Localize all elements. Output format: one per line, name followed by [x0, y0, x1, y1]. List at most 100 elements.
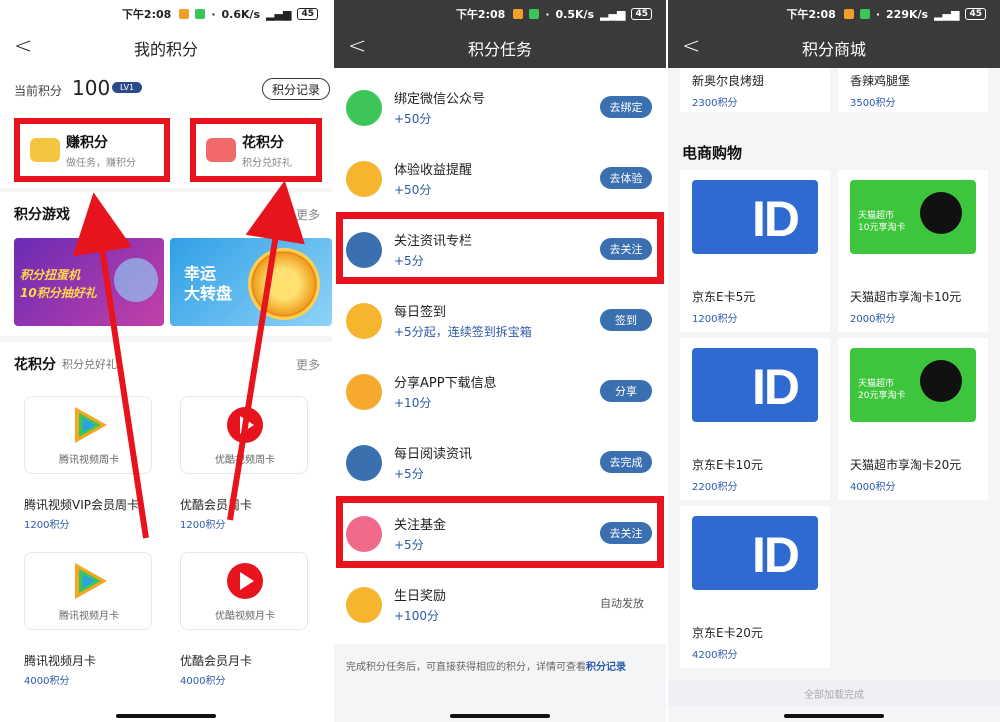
app-notification-icon [179, 9, 190, 19]
mall-item[interactable]: 香辣鸡腿堡 3500积分 [838, 68, 988, 112]
current-points-label: 当前积分 [14, 84, 63, 98]
signal-icon: ▂▄▆ [266, 7, 292, 21]
mall-item[interactable]: ID 京东E卡10元 2200积分 [680, 338, 830, 500]
checkin-button[interactable]: 签到 [600, 309, 652, 331]
status-bar: 下午2:08 · 0.5K/s ▂▄▆ 45 [334, 0, 666, 28]
back-arrow-icon[interactable]: < [682, 36, 700, 58]
spend-points-section: 花积分 积分兑好礼 更多 腾讯视频周卡 腾讯视频VIP会员周卡 1200积分 优… [0, 342, 332, 722]
status-time: 下午2:08 [121, 8, 172, 21]
jd-card-text: ID [752, 191, 800, 247]
product-card[interactable]: 优酷视频月卡 优酷会员月卡 4000积分 [170, 542, 326, 692]
mall-item[interactable]: 新奥尔良烤翅 2300积分 [680, 68, 830, 112]
item-name: 新奥尔良烤翅 [692, 74, 765, 88]
points-summary: 当前积分 100 LV1 积分记录 赚积分 做任务，赚积分 花积分 积分兑好礼 [0, 68, 332, 188]
earn-subtitle: 做任务，赚积分 [66, 158, 136, 169]
app-notification-icon [843, 9, 854, 19]
share-button[interactable]: 分享 [600, 380, 652, 402]
book-icon [346, 445, 382, 481]
bell-icon [346, 161, 382, 197]
complete-reading-button[interactable]: 去完成 [600, 451, 652, 473]
jd-card-image: ID [692, 516, 818, 590]
tencent-video-logo: 腾讯视频周卡 [24, 396, 152, 474]
product-price: 1200积分 [180, 520, 226, 531]
bind-wechat-button[interactable]: 去绑定 [600, 96, 652, 118]
spend-section-subtitle: 积分兑好礼 [62, 358, 117, 371]
product-card[interactable]: 优酷视频周卡 优酷会员周卡 1200积分 [170, 386, 326, 536]
tmall-cat-icon [920, 192, 962, 234]
status-bar: 下午2:08 · 229K/s ▂▄▆ 45 [668, 0, 1000, 28]
product-card[interactable]: 腾讯视频月卡 腾讯视频月卡 4000积分 [14, 542, 170, 692]
item-name: 香辣鸡腿堡 [850, 74, 911, 88]
logo-caption: 腾讯视频周卡 [59, 455, 119, 466]
task-footnote: 完成积分任务后，可直接获得相应的积分，详情可查看积分记录 [346, 658, 626, 673]
task-points: +10分 [394, 396, 432, 410]
task-item: 每日阅读资讯 +5分 去完成 [334, 427, 666, 497]
tmall-card-image: 天猫超市 10元享淘卡 [850, 180, 976, 254]
points-record-button[interactable]: 积分记录 [262, 78, 330, 100]
points-record-link[interactable]: 积分记录 [586, 662, 626, 673]
tmall-card-label: 天猫超市 10元享淘卡 [858, 210, 905, 234]
signal-icon: ▂▄▆ [600, 7, 626, 21]
home-indicator [784, 714, 884, 718]
item-price: 2000积分 [850, 314, 896, 325]
product-card[interactable]: 腾讯视频周卡 腾讯视频VIP会员周卡 1200积分 [14, 386, 170, 536]
spend-more-link[interactable]: 更多 [296, 356, 320, 373]
task-title: 每日签到 [394, 305, 447, 320]
current-points-value: 100 [72, 76, 111, 100]
tmall-cat-icon [920, 360, 962, 402]
lucky-wheel-banner[interactable]: 幸运 大转盘 [170, 238, 332, 326]
task-title: 生日奖励 [394, 589, 447, 604]
wechat-icon [346, 90, 382, 126]
tmall-card-subtitle: 10元享淘卡 [858, 223, 906, 233]
item-price: 2300积分 [692, 98, 738, 109]
task-points: +50分 [394, 112, 432, 126]
product-name: 优酷会员周卡 [180, 498, 253, 512]
calendar-icon [346, 303, 382, 339]
tencent-video-logo: 腾讯视频月卡 [24, 552, 152, 630]
youku-logo: 优酷视频月卡 [180, 552, 308, 630]
spend-points-entry[interactable]: 花积分 积分兑好礼 [190, 118, 322, 182]
network-speed: 0.6K/s [221, 7, 261, 21]
back-arrow-icon[interactable]: < [14, 36, 32, 58]
mall-item[interactable]: 天猫超市 20元享淘卡 天猫超市享淘卡20元 4000积分 [838, 338, 988, 500]
spend-section-title-text: 花积分 [14, 357, 56, 373]
item-price: 1200积分 [692, 314, 738, 325]
footnote-text: 完成积分任务后，可直接获得相应的积分，详情可查看 [346, 662, 586, 673]
item-price: 4200积分 [692, 650, 738, 661]
wechat-notification-icon [195, 9, 206, 19]
mall-item[interactable]: ID 京东E卡5元 1200积分 [680, 170, 830, 332]
task-points: +5分起，连续签到拆宝箱 [394, 325, 532, 339]
tmall-card-label: 天猫超市 20元享淘卡 [858, 378, 905, 402]
task-item: 分享APP下载信息 +10分 分享 [334, 356, 666, 426]
games-more-link[interactable]: 更多 [296, 206, 320, 223]
task-item: 绑定微信公众号 +50分 去绑定 [334, 72, 666, 142]
gacha-line2: 10积分抽好礼 [20, 286, 97, 300]
product-name: 优酷会员月卡 [180, 654, 253, 668]
try-reminder-button[interactable]: 去体验 [600, 167, 652, 189]
item-name: 天猫超市享淘卡20元 [850, 458, 962, 472]
points-games-section: 积分游戏 更多 积分扭蛋机 10积分抽好礼 幸运 大转盘 [0, 192, 332, 336]
item-price: 2200积分 [692, 482, 738, 493]
task-title: 分享APP下载信息 [394, 376, 497, 391]
logo-caption: 腾讯视频月卡 [59, 611, 119, 622]
earn-points-entry[interactable]: 赚积分 做任务，赚积分 [14, 118, 170, 182]
lucky-wheel-text: 幸运 大转盘 [184, 264, 232, 304]
task-points: +50分 [394, 183, 432, 197]
tmall-card-title: 天猫超市 [858, 379, 895, 389]
app-notification-icon [513, 9, 524, 19]
mall-item[interactable]: ID 京东E卡20元 4200积分 [680, 506, 830, 668]
earn-title: 赚积分 [66, 135, 108, 151]
jd-card-text: ID [752, 527, 800, 583]
gacha-banner[interactable]: 积分扭蛋机 10积分抽好礼 [14, 238, 164, 326]
task-title: 体验收益提醒 [394, 163, 473, 178]
task-points: +5分 [394, 467, 424, 481]
logo-caption: 优酷视频周卡 [215, 455, 275, 466]
youku-logo: 优酷视频周卡 [180, 396, 308, 474]
back-arrow-icon[interactable]: < [348, 36, 366, 58]
nav-bar: < 我的积分 [0, 28, 332, 68]
nav-bar: < 积分商城 [668, 28, 1000, 68]
home-indicator [116, 714, 216, 718]
mall-item[interactable]: 天猫超市 10元享淘卡 天猫超市享淘卡10元 2000积分 [838, 170, 988, 332]
section-title: 电商购物 [682, 144, 743, 162]
task-list: 绑定微信公众号 +50分 去绑定 体验收益提醒 +50分 去体验 关注资讯专栏 … [334, 68, 666, 644]
